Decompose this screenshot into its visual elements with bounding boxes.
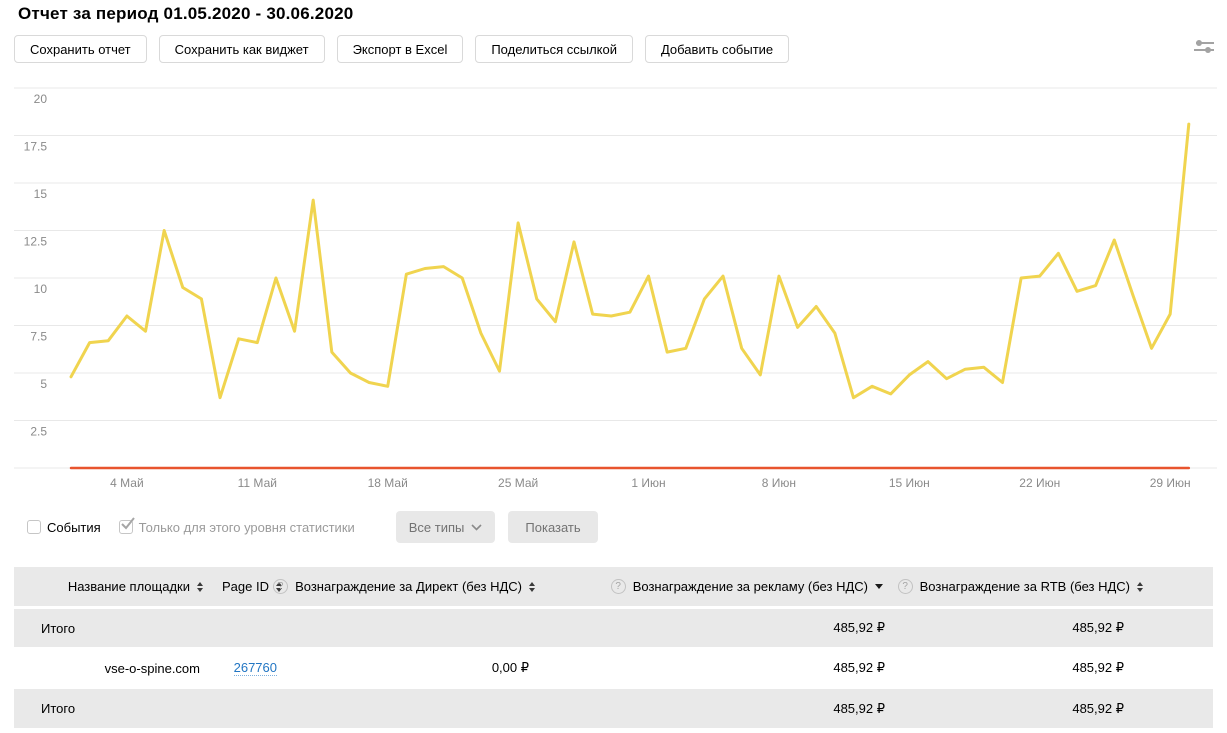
x-axis-tick-label: 22 Июн bbox=[1019, 476, 1060, 490]
column-header-5[interactable]: ? Вознаграждение за RTB (без НДС) bbox=[890, 579, 1213, 594]
table-cell: 485,92 ₽ bbox=[833, 660, 885, 675]
y-axis-tick-label: 17.5 bbox=[24, 140, 48, 154]
column-header-label: Вознаграждение за Директ (без НДС) bbox=[295, 579, 522, 594]
revenue-line-chart: 2.5 5 7.5 10 12.5 15 17.5 20 4 Май 11 Май 18 Май 25… bbox=[14, 85, 1217, 500]
add-event-button[interactable]: Добавить событие bbox=[644, 35, 790, 63]
page-title: Отчет за период 01.05.2020 - 30.06.2020 bbox=[18, 4, 354, 23]
y-axis-tick-label: 7.5 bbox=[30, 330, 47, 344]
column-header-label: Вознаграждение за рекламу (без НДС) bbox=[632, 579, 868, 594]
x-axis-tick-label: 4 Май bbox=[110, 476, 144, 490]
scope-checkbox[interactable] bbox=[118, 517, 135, 534]
sort-both-icon[interactable] bbox=[197, 581, 203, 592]
column-header-1[interactable]: Название площадки bbox=[14, 579, 205, 594]
x-axis-tick-label: 1 Июн bbox=[631, 476, 665, 490]
column-header-label: Page ID bbox=[222, 579, 269, 594]
table-data-row: vse-o-spine.com 267760 0,00 ₽ 485,92 ₽ 485,9… bbox=[14, 649, 1213, 687]
column-header-3[interactable]: ? Вознаграждение за Директ (без НДС) bbox=[273, 579, 540, 594]
report-table: Название площадки Page ID? Вознаграждение … bbox=[14, 567, 1213, 728]
save-as-widget-button[interactable]: Сохранить как виджет bbox=[158, 35, 325, 63]
table-cell: Итого bbox=[41, 620, 76, 636]
column-header-label: Вознаграждение за RTB (без НДС) bbox=[919, 579, 1130, 594]
y-axis-tick-label: 12.5 bbox=[24, 235, 48, 249]
x-axis-tick-label: 15 Июн bbox=[889, 476, 930, 490]
events-checkbox[interactable] bbox=[27, 520, 41, 534]
sort-both-icon[interactable] bbox=[1137, 581, 1143, 592]
table-cell: 0,00 ₽ bbox=[491, 660, 529, 675]
table-cell: Итого bbox=[41, 701, 76, 716]
y-axis-tick-label: 15 bbox=[34, 187, 48, 201]
series-yellow-line bbox=[69, 122, 1191, 400]
column-header-4[interactable]: ? Вознаграждение за рекламу (без НДС) bbox=[540, 579, 890, 594]
table-cell: 267760 bbox=[205, 660, 285, 676]
help-icon[interactable]: ? bbox=[610, 579, 626, 594]
sliders-settings-icon[interactable] bbox=[1193, 38, 1215, 56]
table-cell: 485,92 ₽ bbox=[1072, 700, 1124, 716]
y-axis-tick-label: 5 bbox=[40, 377, 47, 391]
sort-desc-icon[interactable] bbox=[875, 584, 883, 589]
column-header-label: Название площадки bbox=[67, 579, 190, 594]
export-excel-button[interactable]: Экспорт в Excel bbox=[336, 35, 464, 63]
events-checkbox-label: События bbox=[47, 519, 101, 535]
x-axis-tick-label: 25 Май bbox=[498, 476, 538, 490]
y-axis-tick-label: 10 bbox=[34, 282, 48, 296]
table-cell: vse-o-spine.com bbox=[104, 660, 200, 676]
x-axis-tick-label: 11 Май bbox=[238, 476, 277, 490]
line-chart-svg: 2.5 5 7.5 10 12.5 15 17.5 20 4 Май 11 Май 18 Май 25… bbox=[14, 87, 1217, 490]
table-total-row: Итого 485,92 ₽ 485,92 ₽ bbox=[14, 689, 1213, 728]
event-types-dropdown[interactable]: Все типы bbox=[395, 511, 496, 543]
help-icon[interactable]: ? bbox=[897, 579, 913, 594]
share-link-button[interactable]: Поделиться ссылкой bbox=[475, 35, 633, 63]
save-report-button[interactable]: Сохранить отчет bbox=[14, 35, 147, 63]
sort-both-icon[interactable] bbox=[529, 581, 535, 592]
x-axis-tick-label: 29 Июн bbox=[1150, 476, 1191, 490]
events-filter-bar: События Только для этого уровня статисти… bbox=[27, 511, 598, 543]
table-cell: 485,92 ₽ bbox=[833, 700, 885, 716]
help-icon[interactable]: ? bbox=[273, 579, 289, 594]
toolbar: Сохранить отчет Сохранить как виджет Экс… bbox=[14, 35, 790, 63]
scope-checkbox-label: Только для этого уровня статистики bbox=[138, 519, 355, 535]
table-cell: 485,92 ₽ bbox=[1072, 660, 1124, 675]
event-types-dropdown-label: Все типы bbox=[408, 519, 465, 535]
table-cell: 485,92 ₽ bbox=[1072, 620, 1124, 635]
y-axis-tick-label: 20 bbox=[34, 92, 48, 106]
table-header-row: Название площадки Page ID? Вознаграждение … bbox=[14, 567, 1213, 606]
chevron-down-icon bbox=[471, 523, 482, 531]
report-page: Отчет за период 01.05.2020 - 30.06.2020 … bbox=[0, 0, 1227, 733]
y-axis-tick-label: 2.5 bbox=[30, 425, 47, 439]
x-axis-tick-label: 8 Июн bbox=[762, 476, 796, 490]
page-id-link[interactable]: 267760 bbox=[233, 660, 277, 676]
table-cell: 485,92 ₽ bbox=[833, 620, 885, 635]
x-axis-tick-label: 18 Май bbox=[368, 476, 408, 490]
checkmark-icon bbox=[120, 517, 135, 530]
show-button[interactable]: Показать bbox=[508, 511, 598, 543]
table-total-row: Итого 485,92 ₽ 485,92 ₽ bbox=[14, 609, 1213, 647]
